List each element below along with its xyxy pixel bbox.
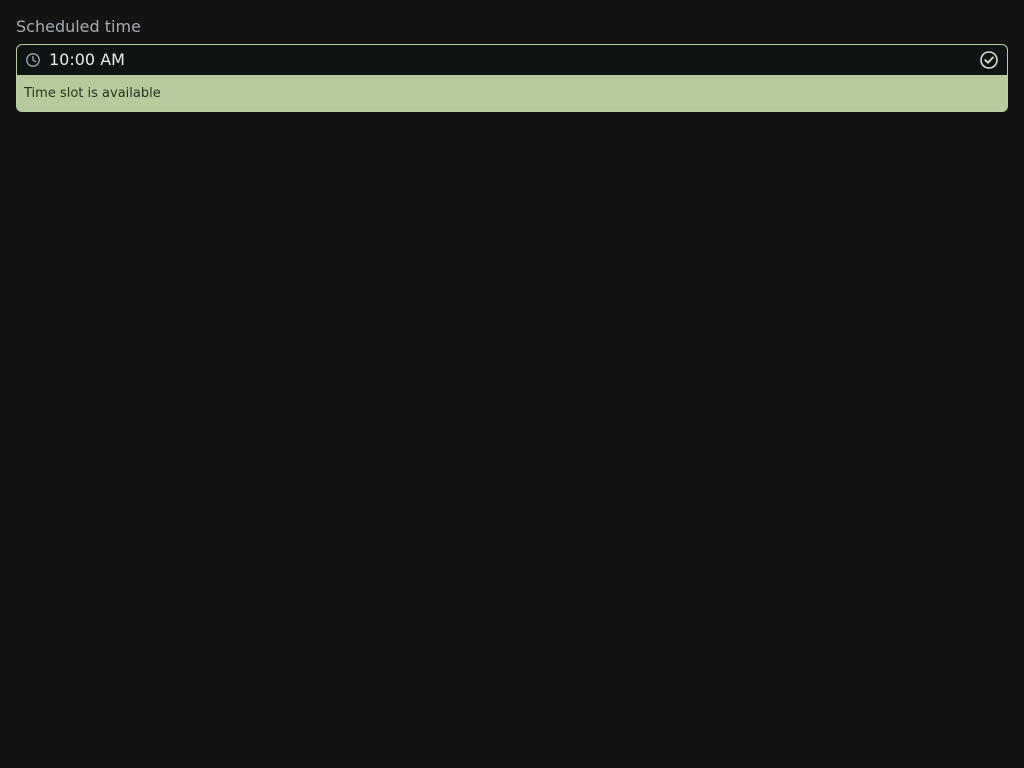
- scheduled-time-field-group: Scheduled time 10:00 AM Time slot is ava…: [16, 16, 1008, 112]
- time-value: 10:00 AM: [49, 50, 125, 69]
- time-input[interactable]: 10:00 AM: [17, 45, 1007, 75]
- scheduled-time-label: Scheduled time: [16, 17, 141, 36]
- clock-icon: [26, 53, 40, 67]
- check-circle-icon: [980, 51, 998, 69]
- scheduled-time-field: 10:00 AM Time slot is available: [16, 44, 1008, 112]
- availability-status: Time slot is available: [17, 75, 1007, 111]
- page: Scheduled time 10:00 AM Time slot is ava…: [0, 0, 1024, 768]
- availability-message: Time slot is available: [24, 85, 161, 101]
